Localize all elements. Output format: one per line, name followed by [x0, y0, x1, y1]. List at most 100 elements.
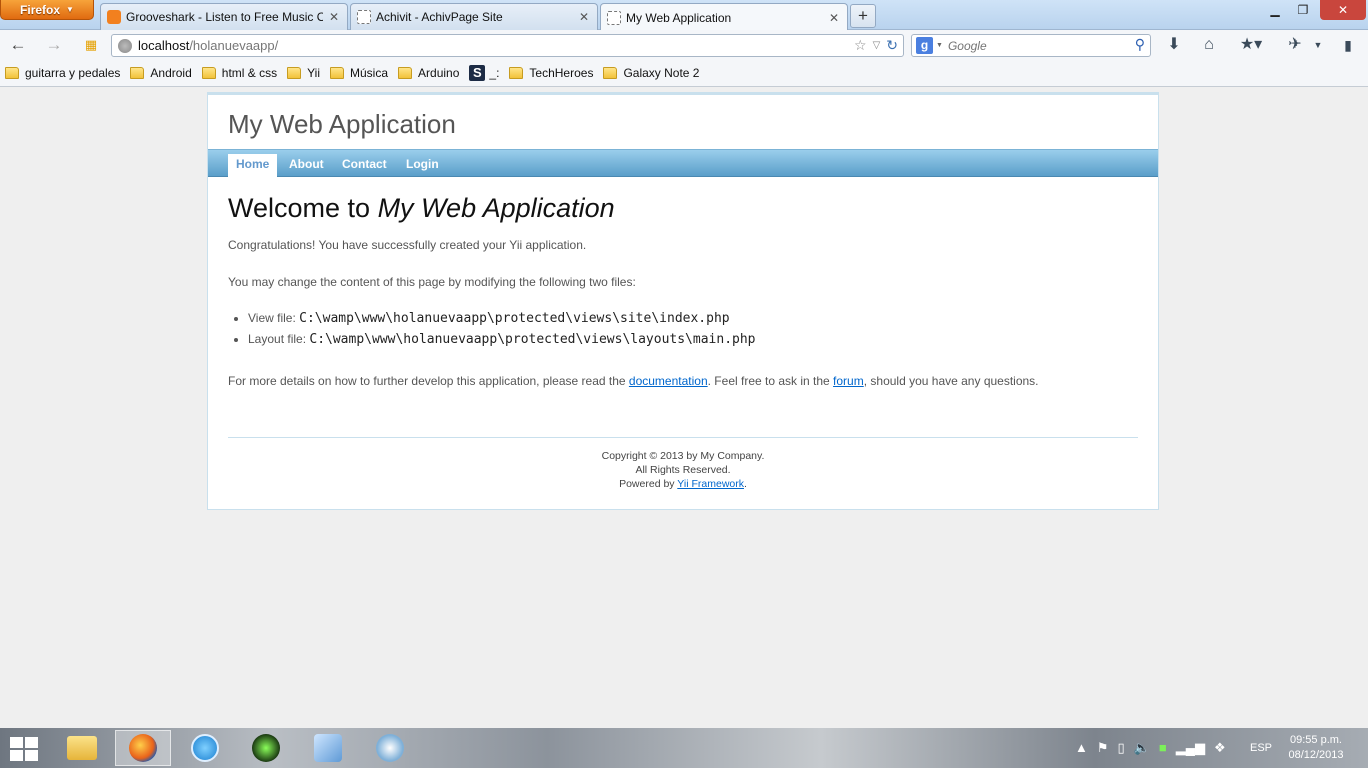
close-icon[interactable]: ✕	[579, 10, 589, 24]
clock-date: 08/12/2013	[1288, 749, 1344, 761]
tab-grooveshark[interactable]: Grooveshark - Listen to Free Music O... …	[100, 3, 348, 30]
network-icon[interactable]: ▂▄▆	[1176, 740, 1205, 756]
tab-achivit[interactable]: Achivit - AchivPage Site ✕	[350, 3, 598, 30]
bookmark-yii[interactable]: Yii	[287, 66, 320, 80]
windows-start-icon[interactable]	[10, 737, 38, 761]
bookmark-label: html & css	[221, 66, 278, 80]
media-player-icon[interactable]	[238, 730, 294, 766]
search-input[interactable]	[947, 38, 1128, 53]
language-indicator[interactable]: ESP	[1250, 742, 1272, 754]
footer-rights: All Rights Reserved.	[635, 464, 731, 476]
bookmark-galaxy-note[interactable]: Galaxy Note 2	[603, 66, 699, 80]
powered-by-text: Powered by	[619, 478, 678, 490]
bookmark-musica[interactable]: Música	[330, 66, 388, 80]
device-icon[interactable]: ▯	[1118, 740, 1125, 756]
bookmark-s-site[interactable]: S _:	[469, 65, 499, 81]
file-explorer-icon[interactable]	[54, 730, 110, 766]
bookmark-html-css[interactable]: html & css	[201, 66, 278, 80]
dropbox-icon[interactable]: ❖	[1214, 740, 1226, 756]
title-app-name: My Web Application	[377, 193, 615, 223]
folder-icon	[5, 67, 19, 79]
footer-period: .	[743, 478, 747, 490]
folder-icon	[330, 67, 344, 79]
addon-icon[interactable]: ✈	[1283, 35, 1307, 55]
forward-arrow-icon[interactable]: →	[43, 35, 65, 55]
file-path: C:\wamp\www\holanuevaapp\protected\views…	[299, 311, 730, 326]
menu-home[interactable]: Home	[228, 154, 278, 178]
clock[interactable]: 09:55 p.m. 08/12/2013	[1284, 733, 1348, 763]
close-icon[interactable]: ✕	[329, 10, 339, 24]
home-icon[interactable]: ⌂	[1197, 35, 1221, 55]
details-part-3: , should you have any questions.	[863, 374, 1039, 388]
navigation-toolbar: ← → ▦ localhost/holanuevaapp/ ☆ ▽ ↻ g ▼ …	[0, 30, 1368, 60]
bookmark-label: Yii	[307, 66, 320, 80]
bookmarks-toolbar: guitarra y pedales Android html & css Yi…	[0, 60, 1368, 87]
firefox-icon[interactable]	[115, 730, 171, 766]
flag-icon[interactable]: ⚑	[1097, 740, 1109, 756]
yii-framework-link[interactable]: Yii Framework	[677, 478, 744, 490]
green-app-icon[interactable]: ■	[1159, 740, 1167, 756]
download-icon[interactable]: ⬇	[1162, 35, 1186, 55]
bookmark-label: Música	[350, 66, 389, 80]
new-tab-button[interactable]: +	[850, 4, 876, 28]
itunes-icon[interactable]	[177, 730, 233, 766]
chevron-down-icon[interactable]: ▼	[936, 42, 943, 49]
search-bar[interactable]: g ▼ ⚲	[911, 34, 1151, 57]
tray-expand-icon[interactable]: ▲	[1075, 740, 1088, 756]
bookmark-techheroes[interactable]: TechHeroes	[509, 66, 593, 80]
grooveshark-icon	[107, 10, 121, 24]
window-close-icon[interactable]: ✕	[1320, 0, 1366, 20]
bookmark-label: TechHeroes	[529, 66, 594, 80]
bookmark-label: Galaxy Note 2	[623, 66, 700, 80]
firefox-menu-button[interactable]: Firefox ▼	[0, 0, 94, 20]
chevron-down-icon: ▼	[66, 5, 74, 14]
close-icon[interactable]: ✕	[829, 11, 839, 25]
change-intro-text: You may change the content of this page …	[228, 275, 636, 289]
main-menu: Home About Contact Login	[208, 149, 1158, 178]
bookmark-label: _:	[489, 66, 500, 80]
dropdown-icon[interactable]: ▽	[873, 37, 881, 55]
search-icon[interactable]: ⚲	[1135, 36, 1145, 53]
bookmark-guitarra[interactable]: guitarra y pedales	[5, 66, 120, 80]
tab-my-web-application[interactable]: My Web Application ✕	[600, 3, 848, 31]
virtualbox-icon[interactable]	[300, 730, 356, 766]
bookmark-label: Android	[150, 66, 192, 80]
volume-icon[interactable]: 🔈	[1134, 740, 1150, 756]
page-container: My Web Application Home About Contact Lo…	[207, 92, 1159, 510]
menu-login[interactable]: Login	[398, 154, 447, 178]
chevron-down-icon[interactable]: ▼	[1306, 35, 1330, 55]
minimize-icon[interactable]: ▁	[1262, 0, 1288, 20]
app-cat-icon[interactable]	[362, 730, 418, 766]
tab-title: My Web Application	[626, 10, 732, 25]
restore-icon[interactable]: ❐	[1290, 0, 1316, 20]
reload-icon[interactable]: ↻	[886, 37, 898, 55]
title-prefix: Welcome to	[228, 193, 378, 223]
site-logo: My Web Application	[228, 109, 456, 139]
browser-tab-bar: Firefox ▼ Grooveshark - Listen to Free M…	[0, 0, 1368, 31]
forum-link[interactable]: forum	[833, 374, 864, 388]
menu-contact[interactable]: Contact	[334, 154, 395, 178]
folder-icon	[603, 67, 618, 79]
documentation-link[interactable]: documentation	[629, 374, 708, 388]
bookmark-android[interactable]: Android	[130, 66, 192, 80]
list-item: Layout file: C:\wamp\www\holanuevaapp\pr…	[248, 329, 1138, 350]
back-arrow-icon[interactable]: ←	[7, 35, 29, 55]
tab-title: Achivit - AchivPage Site	[376, 10, 503, 24]
page-viewport: My Web Application Home About Contact Lo…	[0, 88, 1368, 728]
folder-icon	[398, 67, 413, 79]
bookmark-arduino[interactable]: Arduino	[398, 66, 459, 80]
address-bar[interactable]: localhost/holanuevaapp/ ☆ ▽ ↻	[111, 34, 904, 57]
tab-title: Grooveshark - Listen to Free Music O...	[126, 10, 323, 24]
bookmark-star-icon[interactable]: ☆	[854, 37, 867, 55]
notebook-icon[interactable]: ▮	[1336, 35, 1360, 55]
firefox-menu-label: Firefox	[20, 2, 61, 17]
folder-icon	[130, 67, 145, 79]
menu-about[interactable]: About	[281, 154, 332, 178]
bookmarks-menu-icon[interactable]: ★▾	[1236, 35, 1266, 55]
globe-icon	[118, 38, 132, 53]
folder-icon	[509, 67, 524, 79]
bookmark-label: guitarra y pedales	[25, 66, 121, 80]
blank-page-icon	[607, 10, 621, 25]
apps-grid-icon[interactable]: ▦	[80, 35, 102, 55]
google-icon[interactable]: g	[916, 37, 933, 54]
